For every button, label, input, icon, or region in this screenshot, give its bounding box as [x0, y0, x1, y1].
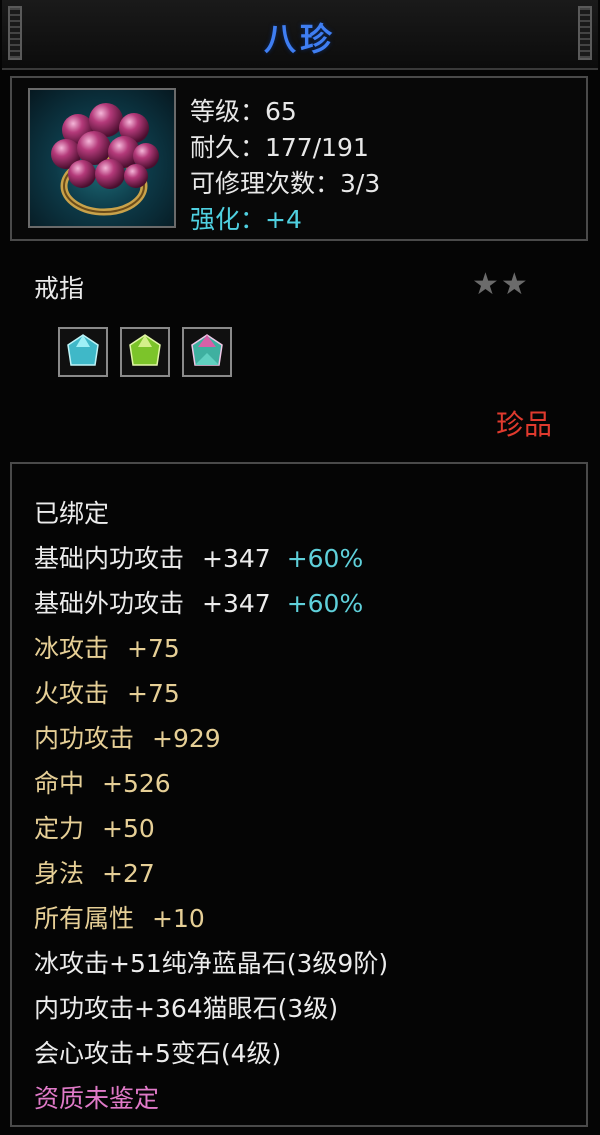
attribute-bonus: +60% — [286, 589, 364, 618]
blue-gem-icon[interactable] — [58, 327, 108, 377]
attribute-label: 基础内功攻击 — [34, 544, 185, 573]
attribute-label: 身法 — [34, 859, 85, 888]
item-type: 戒指 — [34, 274, 85, 303]
attribute-ice-attack: 冰攻击 +75 — [34, 629, 180, 665]
attribute-label: 所有属性 — [34, 904, 135, 933]
attribute-value: +27 — [102, 859, 155, 888]
multicolor-gem-icon[interactable] — [182, 327, 232, 377]
attribute-inner-attack: 内功攻击 +929 — [34, 719, 221, 755]
item-summary: 戒指 ★★ 珍品 — [2, 243, 598, 455]
item-tooltip: 八珍 等级：65 耐久：177/191 可修理次数：3/3 强化：+4 戒指 ★… — [0, 0, 600, 1135]
attribute-hit: 命中 +526 — [34, 764, 171, 800]
attribute-agility: 身法 +27 — [34, 854, 155, 890]
attribute-label: 定力 — [34, 814, 85, 843]
attribute-focus: 定力 +50 — [34, 809, 155, 845]
attribute-bonus: +60% — [286, 544, 364, 573]
gem-bonus-ice: 冰攻击+51纯净蓝晶石(3级9阶) — [34, 949, 389, 978]
attribute-value: +10 — [152, 904, 205, 933]
aptitude-status: 资质未鉴定 — [34, 1084, 160, 1113]
attribute-label: 基础外功攻击 — [34, 589, 185, 618]
attribute-value: +75 — [127, 634, 180, 663]
item-header: 等级：65 耐久：177/191 可修理次数：3/3 强化：+4 — [10, 76, 588, 241]
item-name: 八珍 — [263, 20, 336, 58]
attribute-label: 内功攻击 — [34, 724, 135, 753]
attribute-base-outer-attack: 基础外功攻击 +347 +60% — [34, 584, 363, 620]
attribute-value: +347 — [202, 544, 271, 573]
attribute-value: +75 — [127, 679, 180, 708]
attribute-value: +929 — [152, 724, 221, 753]
item-level: 等级：65 — [190, 97, 297, 126]
attribute-list: 已绑定 基础内功攻击 +347 +60% 基础外功攻击 +347 +60% 冰攻击 +75… — [10, 462, 588, 1127]
bound-status: 已绑定 — [34, 499, 110, 528]
green-gem-icon[interactable] — [120, 327, 170, 377]
ring-icon — [28, 88, 176, 228]
attribute-label: 冰攻击 — [34, 634, 110, 663]
attribute-all-stats: 所有属性 +10 — [34, 899, 205, 935]
item-enhance: 强化：+4 — [190, 205, 302, 234]
gem-slots — [58, 327, 232, 377]
attribute-label: 命中 — [34, 769, 85, 798]
attribute-value: +526 — [102, 769, 171, 798]
rarity-label: 珍品 — [495, 408, 552, 441]
attribute-value: +50 — [102, 814, 155, 843]
attribute-fire-attack: 火攻击 +75 — [34, 674, 180, 710]
attribute-label: 火攻击 — [34, 679, 110, 708]
item-durability: 耐久：177/191 — [190, 133, 369, 162]
item-repair-count: 可修理次数：3/3 — [190, 169, 381, 198]
title-bar: 八珍 — [2, 0, 598, 70]
gem-bonus-crit: 会心攻击+5变石(4级) — [34, 1039, 282, 1068]
title-bar-right-cap — [578, 6, 592, 60]
attribute-base-inner-attack: 基础内功攻击 +347 +60% — [34, 539, 363, 575]
gem-bonus-inner: 内功攻击+364猫眼石(3级) — [34, 994, 339, 1023]
attribute-value: +347 — [202, 589, 271, 618]
star-rating: ★★ — [472, 267, 530, 302]
